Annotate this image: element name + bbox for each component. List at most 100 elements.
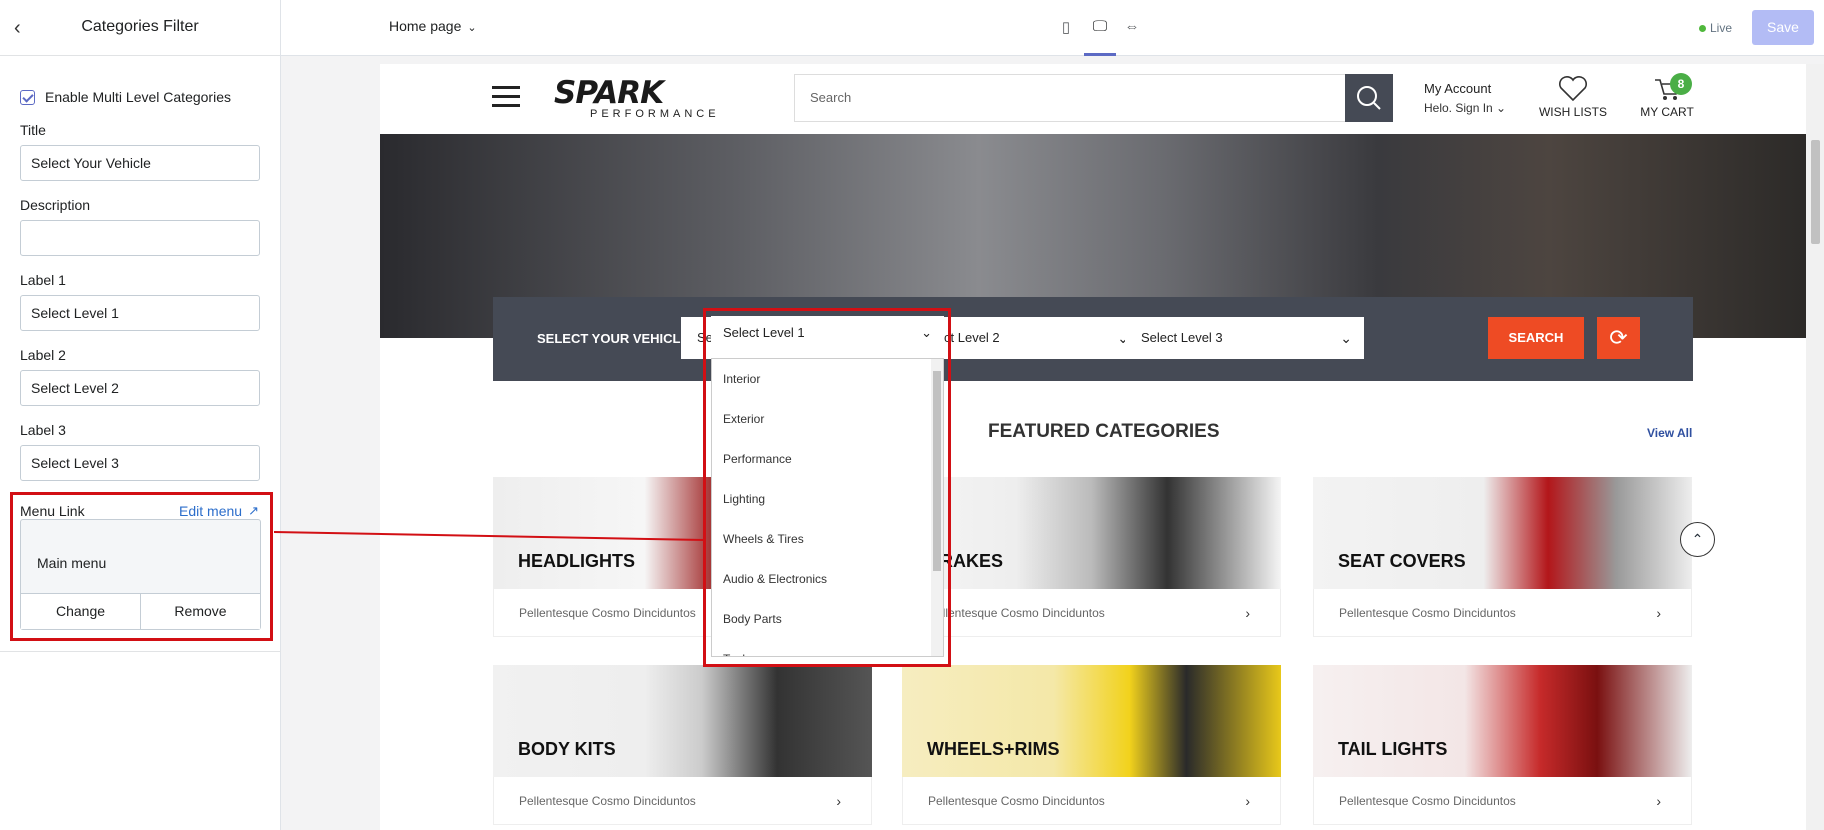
enable-multi-level-checkbox[interactable]: Enable Multi Level Categories bbox=[20, 89, 231, 105]
chevron-right-icon[interactable]: › bbox=[1656, 589, 1661, 637]
sign-in-label[interactable]: Helo. Sign In bbox=[1424, 101, 1493, 115]
label3-input[interactable]: Select Level 3 bbox=[20, 445, 260, 481]
level3-select-label[interactable]: Select Level 3 bbox=[1141, 330, 1223, 345]
view-all-link[interactable]: View All bbox=[1647, 426, 1692, 440]
dropdown-option[interactable]: Tools bbox=[712, 639, 943, 656]
label1-input[interactable]: Select Level 1 bbox=[20, 295, 260, 331]
level1-dropdown-label[interactable]: Select Level 1 bbox=[723, 325, 805, 340]
category-image[interactable] bbox=[1313, 477, 1692, 589]
category-image[interactable] bbox=[902, 665, 1281, 777]
external-link-icon[interactable]: ↗ bbox=[248, 503, 259, 519]
hamburger-menu-icon[interactable] bbox=[492, 86, 520, 107]
chevron-down-icon[interactable]: ⌄ bbox=[1340, 317, 1352, 359]
search-icon[interactable] bbox=[1345, 74, 1393, 122]
wish-lists-label[interactable]: WISH LISTS bbox=[1538, 105, 1608, 119]
category-card[interactable]: WHEELS+RIMS Pellentesque Cosmo Dincidunt… bbox=[902, 665, 1281, 825]
my-account-label[interactable]: My Account bbox=[1424, 81, 1491, 96]
dropdown-option[interactable]: Exterior bbox=[712, 399, 943, 439]
remove-button[interactable]: Remove bbox=[141, 594, 260, 629]
logo-text: SPARK bbox=[554, 75, 664, 111]
change-button[interactable]: Change bbox=[21, 594, 141, 629]
sidebar-header: ‹ Categories Filter bbox=[0, 0, 280, 56]
my-cart[interactable]: MY CART 8 bbox=[1636, 73, 1698, 119]
category-subtitle[interactable]: Pellentesque Cosmo Dinciduntos › bbox=[902, 589, 1281, 637]
dropdown-scrollbar-thumb[interactable] bbox=[933, 371, 941, 571]
category-image[interactable] bbox=[493, 665, 872, 777]
description-input[interactable] bbox=[20, 220, 260, 256]
category-subtitle[interactable]: Pellentesque Cosmo Dinciduntos › bbox=[1313, 777, 1692, 825]
menu-link-highlight: Menu Link Edit menu ↗ Main menu Change R… bbox=[10, 492, 273, 641]
page-selector[interactable]: Home page ⌄ bbox=[389, 18, 477, 34]
vehicle-search-button[interactable]: SEARCH bbox=[1488, 317, 1584, 359]
category-subtitle[interactable]: Pellentesque Cosmo Dinciduntos › bbox=[1313, 589, 1692, 637]
chevron-right-icon[interactable]: › bbox=[1245, 777, 1250, 825]
dropdown-option[interactable]: Lighting bbox=[712, 479, 943, 519]
category-card[interactable]: BODY KITS Pellentesque Cosmo Dinciduntos… bbox=[493, 665, 872, 825]
chevron-right-icon[interactable]: › bbox=[1656, 777, 1661, 825]
dropdown-option[interactable]: Audio & Electronics bbox=[712, 559, 943, 599]
my-account[interactable]: My Account Helo. Sign In ⌄ bbox=[1424, 81, 1506, 115]
dropdown-option[interactable]: Interior bbox=[712, 359, 943, 399]
chevron-right-icon[interactable]: › bbox=[1245, 589, 1250, 637]
sidebar-body: Enable Multi Level Categories Title Sele… bbox=[0, 66, 281, 652]
category-card[interactable]: TAIL LIGHTS Pellentesque Cosmo Dincidunt… bbox=[1313, 665, 1692, 825]
category-card[interactable]: BRAKES Pellentesque Cosmo Dinciduntos › bbox=[902, 477, 1281, 637]
category-title[interactable]: HEADLIGHTS bbox=[518, 551, 635, 572]
vehicle-selector-bar: SELECT YOUR VEHICLE Select Level 1 ⌄ Sele… bbox=[493, 297, 1693, 381]
label3-label: Label 3 bbox=[20, 422, 66, 438]
store-logo[interactable]: SPARK PERFORMANCE bbox=[554, 75, 756, 121]
category-subtitle[interactable]: Pellentesque Cosmo Dinciduntos › bbox=[902, 777, 1281, 825]
save-button[interactable]: Save bbox=[1752, 10, 1814, 45]
category-card[interactable]: SEAT COVERS Pellentesque Cosmo Dincidunt… bbox=[1313, 477, 1692, 637]
level3-select[interactable]: Select Level 3 ⌄ bbox=[1125, 317, 1364, 359]
category-image[interactable] bbox=[902, 477, 1281, 589]
desktop-view-icon[interactable]: 🖵 bbox=[1091, 18, 1109, 36]
level1-dropdown-highlight: Select Level 1 ⌄ Interior Exterior Perfor… bbox=[703, 308, 951, 667]
dropdown-scrollbar[interactable] bbox=[931, 359, 943, 656]
heart-icon[interactable] bbox=[1557, 74, 1589, 102]
vehicle-selector-title: SELECT YOUR VEHICLE bbox=[537, 331, 690, 346]
checkbox-checked-icon[interactable] bbox=[20, 89, 35, 105]
refresh-icon[interactable]: ⟳ bbox=[1597, 317, 1640, 359]
dropdown-option[interactable]: Wheels & Tires bbox=[712, 519, 943, 559]
category-title[interactable]: TAIL LIGHTS bbox=[1338, 739, 1447, 760]
store-search-button[interactable] bbox=[1345, 74, 1393, 122]
edit-menu-label[interactable]: Edit menu bbox=[179, 503, 242, 519]
sign-in-link[interactable]: Helo. Sign In ⌄ bbox=[1424, 101, 1506, 115]
category-title[interactable]: SEAT COVERS bbox=[1338, 551, 1466, 572]
mobile-view-icon[interactable]: ▯ bbox=[1057, 18, 1075, 36]
edit-menu-link[interactable]: Edit menu ↗ bbox=[179, 503, 259, 519]
store-search-input[interactable]: Search bbox=[794, 74, 1345, 122]
page-selector-label[interactable]: Home page bbox=[389, 18, 461, 34]
active-view-indicator bbox=[1084, 53, 1116, 56]
category-image[interactable] bbox=[1313, 665, 1692, 777]
dropdown-option[interactable]: Performance bbox=[712, 439, 943, 479]
label2-label: Label 2 bbox=[20, 347, 66, 363]
live-dot-icon bbox=[1698, 24, 1706, 32]
title-label: Title bbox=[20, 122, 46, 138]
scroll-to-top-button[interactable]: ⌃ bbox=[1680, 522, 1715, 557]
preview-scrollbar[interactable] bbox=[1806, 64, 1824, 830]
category-subtitle-text: Pellentesque Cosmo Dinciduntos bbox=[1339, 606, 1516, 620]
category-title[interactable]: WHEELS+RIMS bbox=[927, 739, 1060, 760]
fullscreen-view-icon[interactable]: ⇔ bbox=[1123, 18, 1141, 36]
menu-value: Main menu bbox=[37, 555, 107, 571]
chevron-down-icon[interactable]: ⌄ bbox=[921, 316, 932, 350]
wish-lists[interactable]: WISH LISTS bbox=[1538, 74, 1608, 119]
logo-subtext: PERFORMANCE bbox=[590, 108, 720, 120]
category-subtitle-text: Pellentesque Cosmo Dinciduntos bbox=[519, 606, 696, 620]
back-chevron-icon[interactable]: ‹ bbox=[14, 18, 30, 38]
level1-dropdown-header[interactable]: Select Level 1 ⌄ bbox=[711, 316, 944, 350]
title-input[interactable]: Select Your Vehicle bbox=[20, 145, 260, 181]
my-cart-label[interactable]: MY CART bbox=[1636, 105, 1698, 119]
live-status: Live bbox=[1698, 21, 1732, 35]
dropdown-option[interactable]: Body Parts bbox=[712, 599, 943, 639]
chevron-up-icon[interactable]: ⌃ bbox=[1692, 531, 1704, 547]
label2-input[interactable]: Select Level 2 bbox=[20, 370, 260, 406]
category-title[interactable]: BODY KITS bbox=[518, 739, 616, 760]
chevron-down-icon[interactable]: ⌄ bbox=[467, 22, 476, 34]
category-subtitle-text: Pellentesque Cosmo Dinciduntos bbox=[928, 794, 1105, 808]
chevron-right-icon[interactable]: › bbox=[836, 777, 841, 825]
scrollbar-thumb[interactable] bbox=[1811, 140, 1820, 244]
category-subtitle[interactable]: Pellentesque Cosmo Dinciduntos › bbox=[493, 777, 872, 825]
